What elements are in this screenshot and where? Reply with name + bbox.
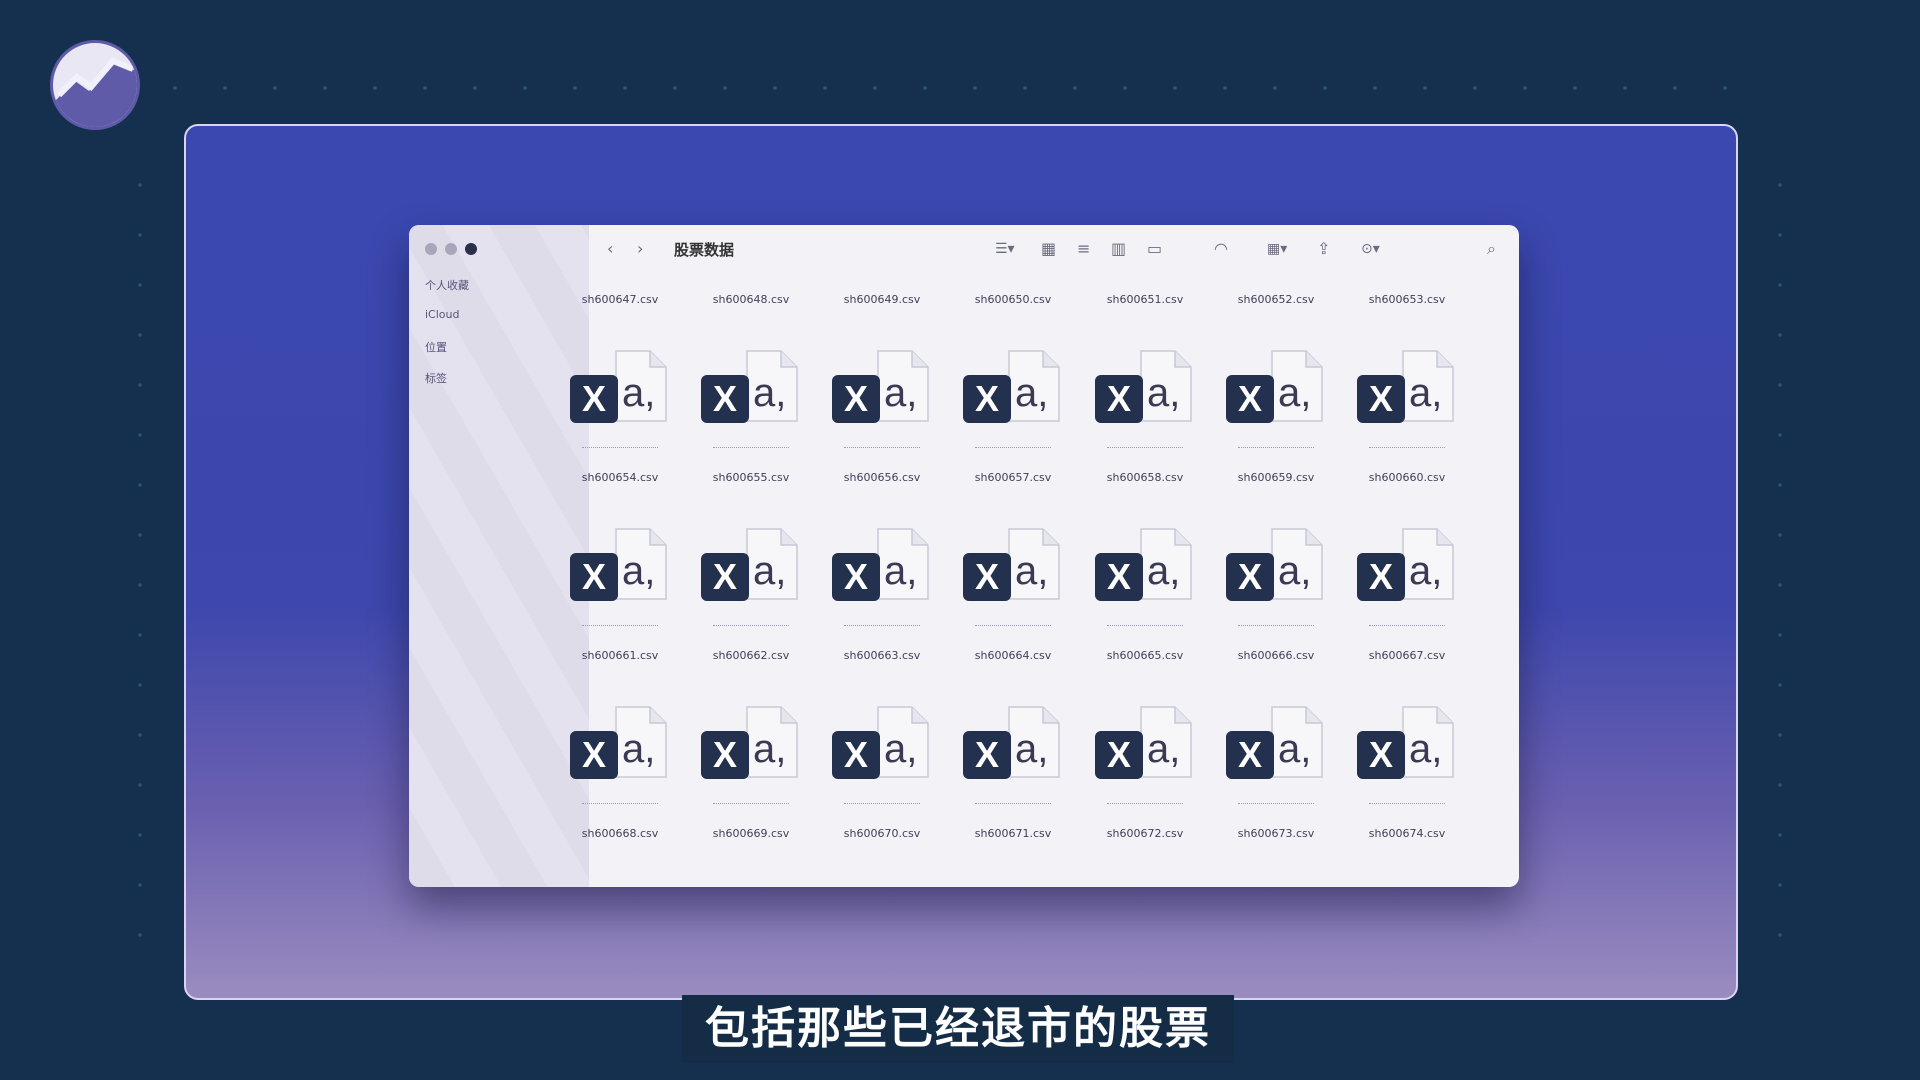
file-name-label[interactable]: sh600653.csv: [1347, 293, 1467, 306]
file-name-label[interactable]: sh600656.csv: [822, 471, 942, 484]
csv-file-icon[interactable]: Xa,: [570, 705, 670, 804]
csv-file-icon[interactable]: Xa,: [963, 349, 1063, 448]
file-name-label[interactable]: sh600661.csv: [560, 649, 680, 662]
csv-file-icon[interactable]: Xa,: [1095, 705, 1195, 804]
zoom-button[interactable]: [465, 243, 477, 255]
file-name-label[interactable]: sh600671.csv: [953, 827, 1073, 840]
csv-file-icon[interactable]: Xa,: [1357, 349, 1457, 448]
close-button[interactable]: [425, 243, 437, 255]
more-actions-icon[interactable]: ⊙▾: [1361, 239, 1380, 259]
file-name-label[interactable]: sh600666.csv: [1216, 649, 1336, 662]
file-name-label[interactable]: sh600664.csv: [953, 649, 1073, 662]
file-name-label[interactable]: sh600659.csv: [1216, 471, 1336, 484]
search-icon[interactable]: ⌕: [1487, 239, 1496, 259]
csv-file-icon[interactable]: Xa,: [832, 527, 932, 626]
toolbar: ‹ › 股票数据 ☰▾ ▦ ≡ ▥ ▭ ◠ ▦▾ ⇪ ⊙▾ ⌕: [589, 225, 1519, 273]
csv-file-icon[interactable]: Xa,: [701, 527, 801, 626]
file-name-label[interactable]: sh600674.csv: [1347, 827, 1467, 840]
csv-file-icon[interactable]: Xa,: [1095, 349, 1195, 448]
finder-window: 个人收藏 iCloud 位置 标签 ‹ › 股票数据 ☰▾ ▦ ≡ ▥ ▭ ◠ …: [409, 225, 1519, 887]
file-name-label[interactable]: sh600662.csv: [691, 649, 811, 662]
file-name-label[interactable]: sh600665.csv: [1085, 649, 1205, 662]
airdrop-icon[interactable]: ◠: [1214, 239, 1228, 259]
list-view-icon[interactable]: ≡: [1077, 239, 1090, 259]
dot-pattern: [138, 160, 142, 980]
minimize-button[interactable]: [445, 243, 457, 255]
file-name-label[interactable]: sh600652.csv: [1216, 293, 1336, 306]
gallery-view-icon[interactable]: ▭: [1147, 239, 1162, 259]
csv-file-icon[interactable]: Xa,: [1357, 705, 1457, 804]
csv-file-icon[interactable]: Xa,: [701, 705, 801, 804]
dot-pattern: [150, 86, 1750, 90]
file-name-label[interactable]: sh600660.csv: [1347, 471, 1467, 484]
file-name-label[interactable]: sh600670.csv: [822, 827, 942, 840]
csv-file-icon[interactable]: Xa,: [570, 349, 670, 448]
csv-file-icon[interactable]: Xa,: [832, 705, 932, 804]
back-icon[interactable]: ‹: [607, 239, 613, 259]
column-view-icon[interactable]: ▥: [1111, 239, 1126, 259]
sidebar-item-icloud[interactable]: iCloud: [425, 308, 459, 321]
csv-file-icon[interactable]: Xa,: [570, 527, 670, 626]
csv-file-icon[interactable]: Xa,: [1357, 527, 1457, 626]
csv-file-icon[interactable]: Xa,: [1226, 527, 1326, 626]
group-menu-icon[interactable]: ▦▾: [1267, 239, 1287, 259]
sidebar-item-tags[interactable]: 标签: [425, 370, 447, 386]
csv-file-icon[interactable]: Xa,: [963, 705, 1063, 804]
file-name-label[interactable]: sh600655.csv: [691, 471, 811, 484]
file-name-label[interactable]: sh600673.csv: [1216, 827, 1336, 840]
file-name-label[interactable]: sh600654.csv: [560, 471, 680, 484]
file-name-label[interactable]: sh600648.csv: [691, 293, 811, 306]
csv-file-icon[interactable]: Xa,: [832, 349, 932, 448]
file-name-label[interactable]: sh600663.csv: [822, 649, 942, 662]
file-name-label[interactable]: sh600651.csv: [1085, 293, 1205, 306]
file-name-label[interactable]: sh600649.csv: [822, 293, 942, 306]
csv-file-icon[interactable]: Xa,: [963, 527, 1063, 626]
file-name-label[interactable]: sh600668.csv: [560, 827, 680, 840]
sidebar-item-locations[interactable]: 位置: [425, 339, 447, 355]
file-name-label[interactable]: sh600672.csv: [1085, 827, 1205, 840]
sidebar: 个人收藏 iCloud 位置 标签: [409, 225, 589, 887]
video-frame: 个人收藏 iCloud 位置 标签 ‹ › 股票数据 ☰▾ ▦ ≡ ▥ ▭ ◠ …: [184, 124, 1738, 1000]
sort-menu-icon[interactable]: ☰▾: [995, 239, 1015, 259]
dot-pattern: [1778, 160, 1782, 980]
file-name-label[interactable]: sh600658.csv: [1085, 471, 1205, 484]
subtitle: 包括那些已经退市的股票: [705, 1003, 1211, 1054]
csv-file-icon[interactable]: Xa,: [1226, 705, 1326, 804]
csv-file-icon[interactable]: Xa,: [1226, 349, 1326, 448]
sidebar-item-favorites[interactable]: 个人收藏: [425, 277, 469, 293]
forward-icon[interactable]: ›: [637, 239, 643, 259]
folder-title: 股票数据: [674, 241, 735, 259]
share-icon[interactable]: ⇪: [1317, 239, 1330, 259]
channel-logo: [50, 40, 140, 130]
file-name-label[interactable]: sh600667.csv: [1347, 649, 1467, 662]
csv-file-icon[interactable]: Xa,: [701, 349, 801, 448]
icon-view-icon[interactable]: ▦: [1041, 239, 1056, 259]
file-name-label[interactable]: sh600657.csv: [953, 471, 1073, 484]
file-name-label[interactable]: sh600669.csv: [691, 827, 811, 840]
file-name-label[interactable]: sh600650.csv: [953, 293, 1073, 306]
file-name-label[interactable]: sh600647.csv: [560, 293, 680, 306]
csv-file-icon[interactable]: Xa,: [1095, 527, 1195, 626]
